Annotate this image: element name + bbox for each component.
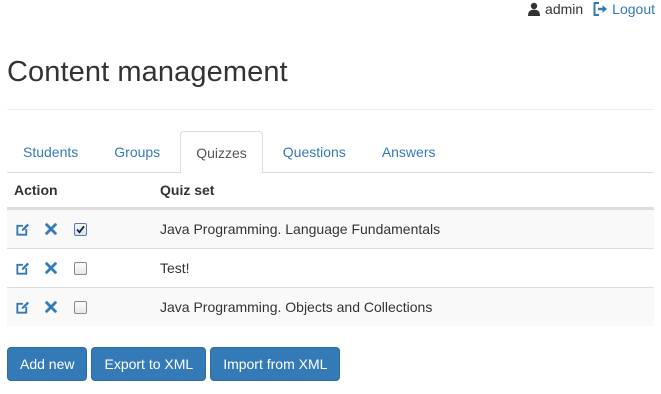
logout-label: Logout xyxy=(612,1,655,17)
logout-link[interactable]: Logout xyxy=(593,1,655,17)
logout-icon xyxy=(593,2,608,16)
edit-icon[interactable] xyxy=(14,221,30,237)
table-row: Java Programming. Language Fundamentals xyxy=(7,209,654,248)
row-actions xyxy=(7,260,159,276)
row-select-checkbox[interactable] xyxy=(74,261,87,275)
row-actions xyxy=(7,221,159,237)
export-xml-button[interactable]: Export to XML xyxy=(91,347,207,381)
tab-students[interactable]: Students xyxy=(7,131,94,173)
page-title: Content management xyxy=(7,56,288,88)
quiz-table: Action Quiz set Java Programming. Langua… xyxy=(7,173,654,326)
top-bar: admin Logout xyxy=(527,0,661,18)
quiz-set-column-header: Quiz set xyxy=(160,182,215,198)
edit-icon[interactable] xyxy=(14,260,30,276)
tab-quizzes[interactable]: Quizzes xyxy=(180,131,263,174)
delete-icon[interactable] xyxy=(43,299,59,315)
quiz-set-name: Java Programming. Language Fundamentals xyxy=(160,221,441,237)
edit-icon[interactable] xyxy=(14,299,30,315)
table-row: Test! xyxy=(7,248,654,287)
table-row: Java Programming. Objects and Collection… xyxy=(7,287,654,326)
import-xml-button[interactable]: Import from XML xyxy=(210,347,341,381)
tab-groups[interactable]: Groups xyxy=(98,131,176,173)
row-select-checkbox[interactable] xyxy=(74,300,87,314)
table-header: Action Quiz set xyxy=(7,173,654,209)
delete-icon[interactable] xyxy=(43,260,59,276)
user-info: admin xyxy=(527,1,583,17)
action-buttons: Add new Export to XML Import from XML xyxy=(7,347,344,381)
username: admin xyxy=(545,1,584,17)
row-actions xyxy=(7,299,159,315)
row-select-checkbox[interactable] xyxy=(74,222,87,236)
action-column-header: Action xyxy=(14,182,58,198)
quiz-set-name: Java Programming. Objects and Collection… xyxy=(160,299,433,315)
tab-bar: Students Groups Quizzes Questions Answer… xyxy=(7,131,654,174)
add-new-button[interactable]: Add new xyxy=(7,347,88,381)
user-icon xyxy=(528,2,541,16)
delete-icon[interactable] xyxy=(43,221,59,237)
tab-questions[interactable]: Questions xyxy=(267,131,362,173)
quiz-set-name: Test! xyxy=(160,260,190,276)
tab-answers[interactable]: Answers xyxy=(366,131,452,173)
title-divider xyxy=(7,109,654,110)
